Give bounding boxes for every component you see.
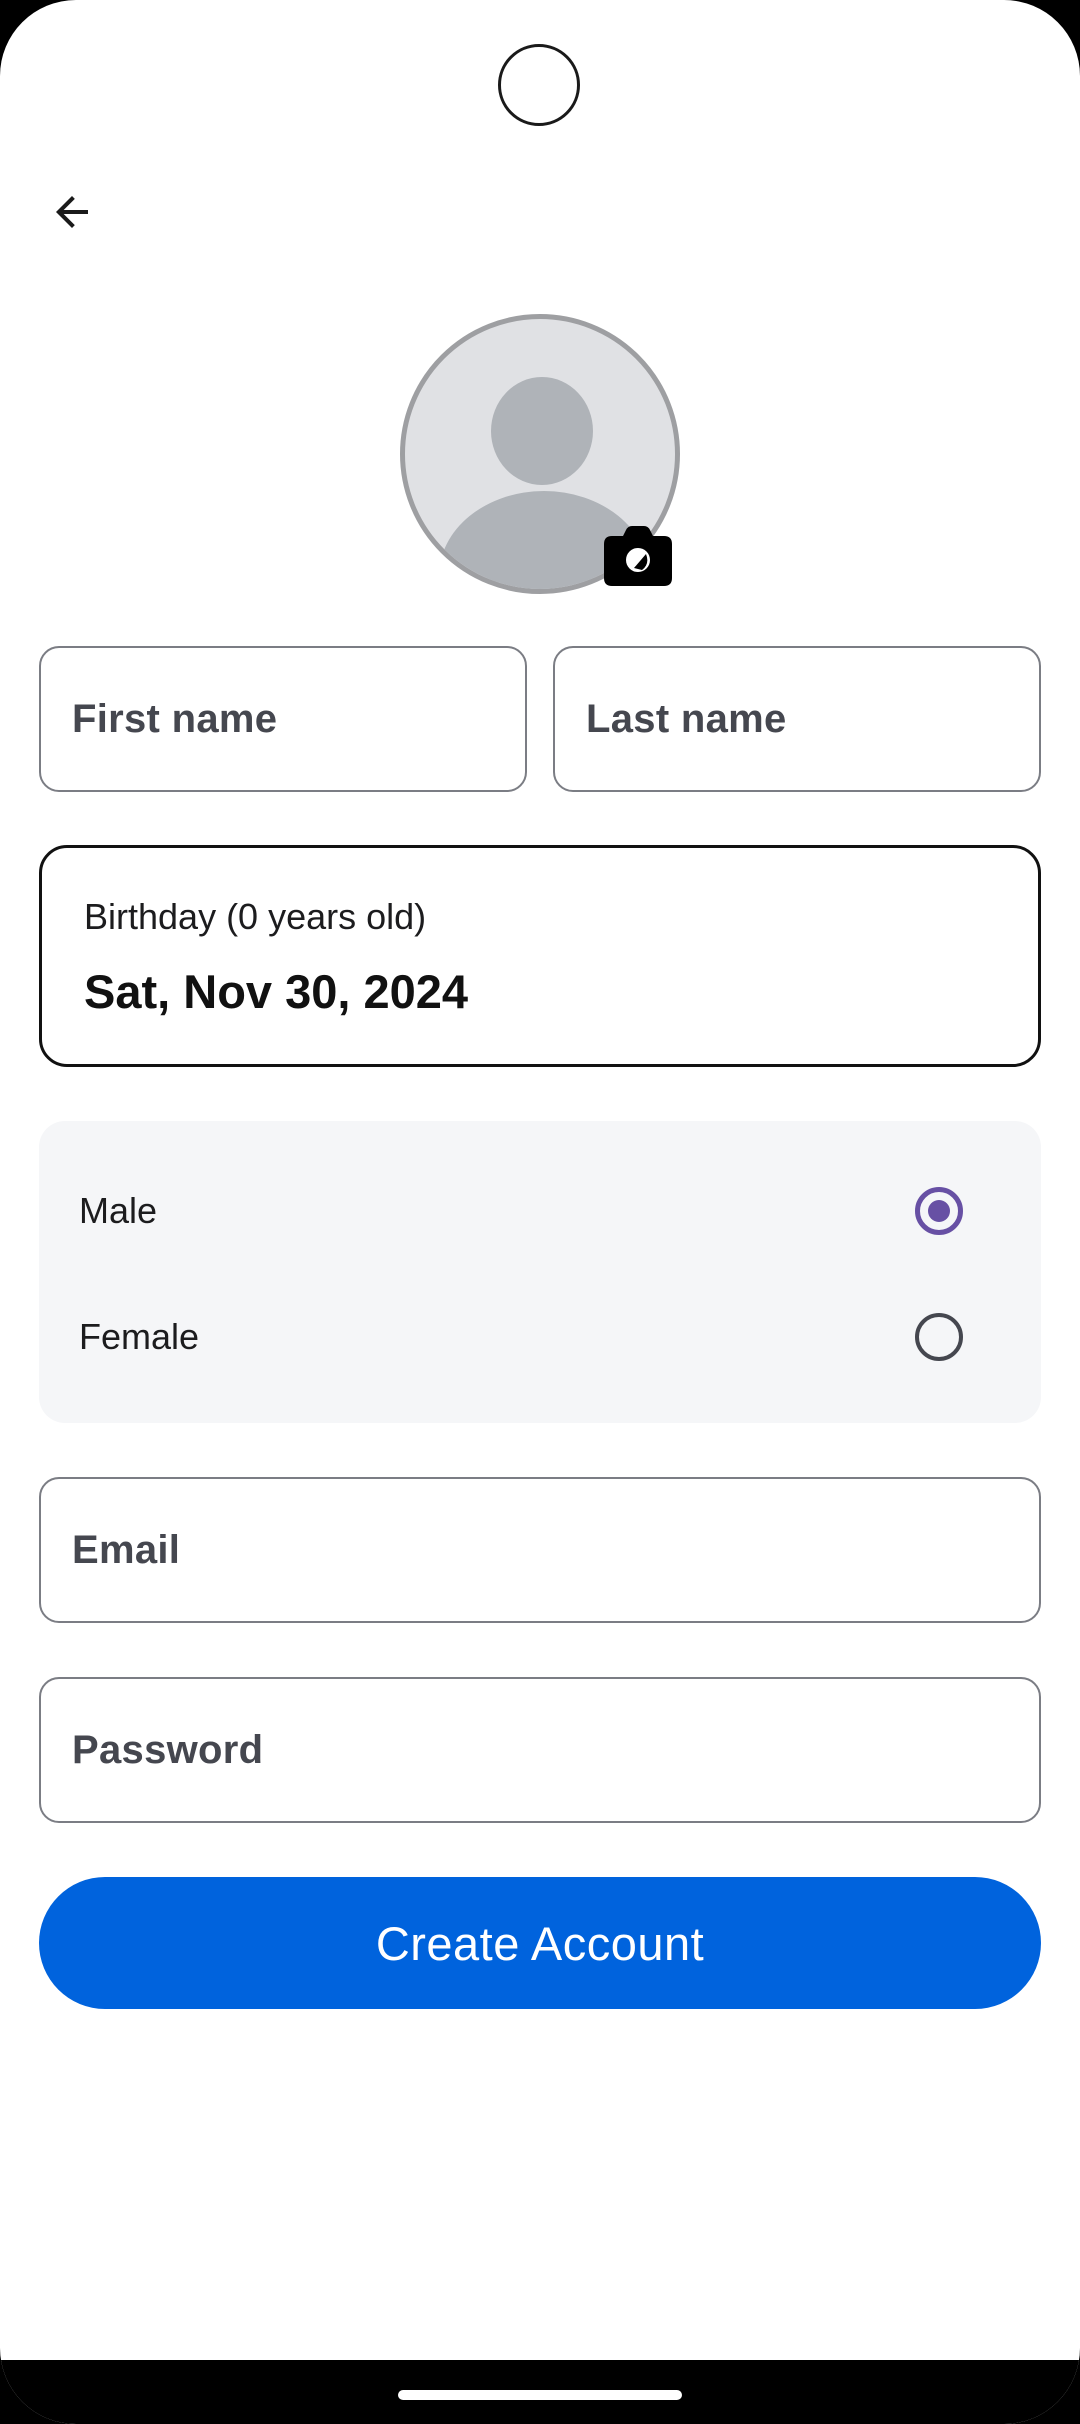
create-account-screen: First name Last name Birthday (0 years o…	[0, 0, 1080, 2424]
create-account-label: Create Account	[375, 1916, 705, 1970]
password-placeholder: Password	[72, 1727, 264, 1772]
email-field[interactable]: Email	[39, 1477, 1041, 1623]
back-button[interactable]	[36, 176, 108, 248]
last-name-field[interactable]: Last name	[553, 646, 1041, 792]
gender-option-female[interactable]: Female	[39, 1277, 1041, 1397]
radio-male[interactable]	[915, 1187, 963, 1235]
password-field[interactable]: Password	[39, 1677, 1041, 1823]
first-name-field[interactable]: First name	[39, 646, 527, 792]
camera-icon[interactable]	[604, 526, 672, 586]
arrow-back-icon	[56, 196, 88, 228]
front-camera-cutout	[498, 44, 580, 126]
radio-female[interactable]	[915, 1313, 963, 1361]
birthday-label: Birthday (0 years old)	[84, 896, 427, 937]
profile-photo-picker[interactable]	[400, 314, 680, 594]
email-placeholder: Email	[72, 1527, 181, 1572]
birthday-picker[interactable]: Birthday (0 years old) Sat, Nov 30, 2024	[39, 845, 1041, 1067]
gender-option-male[interactable]: Male	[39, 1151, 1041, 1271]
first-name-placeholder: First name	[72, 696, 278, 741]
birthday-value: Sat, Nov 30, 2024	[84, 965, 469, 1018]
system-navigation-bar	[0, 2360, 1080, 2424]
radio-selected-dot	[928, 1200, 950, 1222]
default-avatar-icon	[491, 377, 593, 485]
gender-option-label: Female	[79, 1316, 200, 1357]
last-name-placeholder: Last name	[586, 696, 787, 741]
gender-selector: Male Female	[39, 1121, 1041, 1423]
create-account-button[interactable]: Create Account	[39, 1877, 1041, 2009]
home-indicator[interactable]	[398, 2390, 682, 2400]
gender-option-label: Male	[79, 1190, 158, 1231]
